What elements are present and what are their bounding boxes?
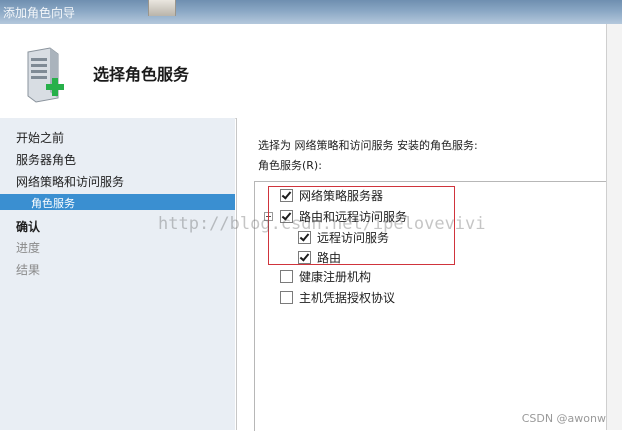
tree-item-rras-label: 路由和远程访问服务 (299, 210, 408, 224)
checkbox-rras[interactable] (280, 210, 293, 223)
server-add-icon (27, 47, 64, 103)
instruction-text: 选择为 网络策略和访问服务 安装的角色服务: (258, 139, 478, 152)
title-thumbnail (148, 0, 176, 16)
title-bar: 添加角色向导 (0, 0, 622, 24)
nav-item-before-you-begin[interactable]: 开始之前 (16, 129, 64, 146)
nav-item-role-services-label: 角色服务 (31, 197, 75, 210)
nav-item-confirmation[interactable]: 确认 (16, 218, 40, 235)
nav-item-network-policy[interactable]: 网络策略和访问服务 (16, 173, 124, 190)
wizard-header: 选择角色服务 (0, 24, 607, 119)
page-title: 选择角色服务 (93, 65, 190, 84)
checkbox-hcap[interactable] (280, 291, 293, 304)
tree-item-hcap-label: 主机凭据授权协议 (299, 291, 396, 305)
main-panel: 选择为 网络策略和访问服务 安装的角色服务: 角色服务(R): 网络策略服务器 … (236, 118, 608, 431)
checkbox-routing[interactable] (298, 251, 311, 264)
nav-item-role-services[interactable]: 角色服务 (0, 194, 235, 210)
tree-item-nps-label: 网络策略服务器 (299, 189, 384, 203)
credit-text: CSDN @awonw (521, 412, 606, 425)
role-services-tree: 网络策略服务器 路由和远程访问服务 远程访问服务 路由 健康注册机构 主机凭据授… (254, 181, 608, 431)
window-title: 添加角色向导 (3, 6, 76, 20)
tree-item-hra-label: 健康注册机构 (299, 270, 372, 284)
nav-item-results: 结果 (16, 263, 41, 277)
checkbox-remote-access[interactable] (298, 231, 311, 244)
checkbox-hra[interactable] (280, 270, 293, 283)
checkbox-nps[interactable] (280, 189, 293, 202)
wizard-steps-nav: 开始之前 服务器角色 网络策略和访问服务 角色服务 确认 进度 结果 (0, 118, 235, 430)
nav-item-progress: 进度 (16, 241, 41, 255)
collapse-icon[interactable] (264, 212, 273, 221)
nav-item-server-roles[interactable]: 服务器角色 (16, 151, 76, 168)
window-edge (606, 24, 622, 430)
tree-item-routing-label: 路由 (317, 251, 342, 265)
tree-item-remote-access-label: 远程访问服务 (317, 231, 390, 245)
role-services-label: 角色服务(R): (258, 159, 322, 172)
